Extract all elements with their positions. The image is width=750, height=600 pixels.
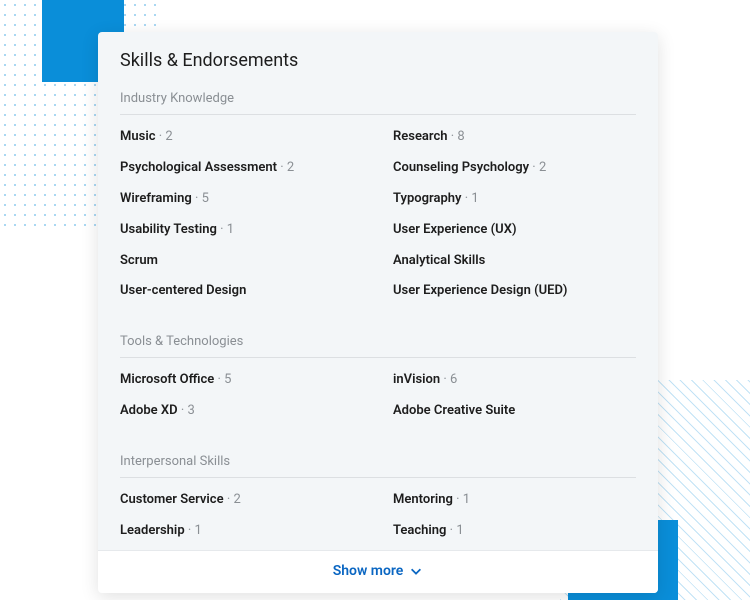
skill-name: Wireframing	[120, 191, 192, 206]
section-title: Interpersonal Skills	[120, 438, 636, 478]
skill-count: · 5	[192, 191, 209, 206]
skill-name: Adobe Creative Suite	[393, 403, 515, 418]
skill-name: Research	[393, 129, 448, 144]
chevron-down-icon	[409, 564, 423, 578]
skills-card: Skills & Endorsements Industry Knowledge…	[98, 32, 658, 593]
skill-count: · 1	[446, 523, 463, 538]
skill-item[interactable]: Leadership · 1	[120, 523, 363, 540]
skill-name: Analytical Skills	[393, 253, 485, 268]
skill-item[interactable]: User Experience (UX)	[393, 222, 636, 239]
section-industry-knowledge: Industry Knowledge Music · 2 Research · …	[98, 75, 658, 318]
skill-item[interactable]: Usability Testing · 1	[120, 222, 363, 239]
skill-item[interactable]: Wireframing · 5	[120, 191, 363, 208]
skill-item[interactable]: User-centered Design	[120, 283, 363, 300]
skill-name: Usability Testing	[120, 222, 217, 237]
skill-item[interactable]: Research · 8	[393, 129, 636, 146]
skill-name: User-centered Design	[120, 283, 246, 298]
skill-item[interactable]: Adobe XD · 3	[120, 403, 363, 420]
skill-count: · 1	[217, 222, 234, 237]
skill-name: Customer Service	[120, 492, 224, 507]
skill-count: · 1	[185, 523, 202, 538]
skill-count: · 2	[529, 160, 546, 175]
skill-item[interactable]: Microsoft Office · 5	[120, 372, 363, 389]
skill-name: Psychological Assessment	[120, 160, 277, 175]
skill-count: · 1	[453, 492, 470, 507]
skill-count: · 5	[214, 372, 231, 387]
skill-item[interactable]: Music · 2	[120, 129, 363, 146]
skill-count: · 2	[224, 492, 241, 507]
show-more-label: Show more	[333, 563, 404, 579]
skill-item[interactable]: User Experience Design (UED)	[393, 283, 636, 300]
skill-name: Mentoring	[393, 492, 453, 507]
skill-item[interactable]: Teaching · 1	[393, 523, 636, 540]
skill-item[interactable]: inVision · 6	[393, 372, 636, 389]
skill-name: Scrum	[120, 253, 158, 268]
skill-name: Counseling Psychology	[393, 160, 529, 175]
skill-item[interactable]: Counseling Psychology · 2	[393, 160, 636, 177]
skill-name: inVision	[393, 372, 440, 387]
skill-item[interactable]: Typography · 1	[393, 191, 636, 208]
skill-name: Teaching	[393, 523, 446, 538]
skill-name: Typography	[393, 191, 462, 206]
skills-grid: Music · 2 Research · 8 Psychological Ass…	[120, 115, 636, 318]
section-title: Industry Knowledge	[120, 75, 636, 115]
skill-count: · 8	[448, 129, 465, 144]
skill-count: · 1	[462, 191, 479, 206]
section-interpersonal-skills: Interpersonal Skills Customer Service · …	[98, 438, 658, 550]
section-title: Tools & Technologies	[120, 318, 636, 358]
skill-item[interactable]: Analytical Skills	[393, 253, 636, 270]
skill-item[interactable]: Mentoring · 1	[393, 492, 636, 509]
show-more-button[interactable]: Show more	[98, 550, 658, 593]
skill-name: Microsoft Office	[120, 372, 214, 387]
skill-name: User Experience Design (UED)	[393, 283, 567, 298]
skill-count: · 6	[440, 372, 457, 387]
skills-grid: Microsoft Office · 5 inVision · 6 Adobe …	[120, 358, 636, 438]
skill-count: · 2	[277, 160, 294, 175]
skill-item[interactable]: Scrum	[120, 253, 363, 270]
section-tools-technologies: Tools & Technologies Microsoft Office · …	[98, 318, 658, 438]
skill-count: · 3	[178, 403, 195, 418]
skill-name: Music	[120, 129, 155, 144]
skill-count: · 2	[155, 129, 172, 144]
skill-item[interactable]: Psychological Assessment · 2	[120, 160, 363, 177]
skills-grid: Customer Service · 2 Mentoring · 1 Leade…	[120, 478, 636, 550]
skill-name: Adobe XD	[120, 403, 178, 418]
card-title: Skills & Endorsements	[98, 32, 658, 75]
skill-name: User Experience (UX)	[393, 222, 517, 237]
skill-item[interactable]: Customer Service · 2	[120, 492, 363, 509]
skill-item[interactable]: Adobe Creative Suite	[393, 403, 636, 420]
skill-name: Leadership	[120, 523, 185, 538]
